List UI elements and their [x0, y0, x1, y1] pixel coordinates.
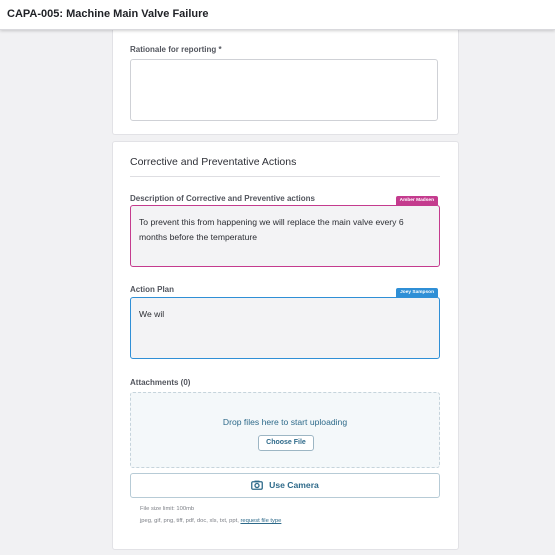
page-title: CAPA-005: Machine Main Valve Failure	[7, 8, 209, 20]
description-textarea[interactable]: To prevent this from happening we will r…	[130, 205, 440, 267]
action-plan-text: We wil	[139, 309, 165, 319]
rationale-card: Rationale for reporting *	[112, 24, 459, 135]
use-camera-button[interactable]: Use Camera	[130, 473, 440, 498]
description-text: To prevent this from happening we will r…	[139, 217, 404, 242]
attachments-label: Attachments (0)	[130, 378, 191, 387]
collaborator-tag-amber: Amber Madsen	[395, 196, 438, 205]
rationale-textarea[interactable]	[130, 59, 438, 121]
choose-file-button[interactable]: Choose File	[258, 435, 314, 451]
action-plan-label: Action Plan	[130, 285, 175, 294]
use-camera-label: Use Camera	[269, 480, 319, 490]
description-label: Description of Corrective and Preventive…	[130, 194, 315, 203]
file-types-line: jpeg, gif, png, tiff, pdf, doc, xls, txt…	[140, 518, 281, 524]
section-title: Corrective and Preventative Actions	[130, 156, 297, 168]
corrective-actions-card: Corrective and Preventative Actions Desc…	[112, 141, 459, 550]
file-dropzone[interactable]: Drop files here to start uploading Choos…	[130, 392, 440, 468]
camera-icon	[251, 480, 264, 492]
top-bar: CAPA-005: Machine Main Valve Failure	[0, 0, 555, 30]
action-plan-textarea[interactable]: We wil	[130, 297, 440, 359]
request-file-type-link[interactable]: request file type	[240, 518, 281, 524]
collaborator-tag-joey: Joey Sampson	[396, 288, 438, 297]
drop-text: Drop files here to start uploading	[222, 417, 348, 427]
section-divider	[130, 176, 440, 177]
rationale-label: Rationale for reporting *	[130, 45, 222, 54]
file-types: jpeg, gif, png, tiff, pdf, doc, xls, txt…	[140, 518, 239, 524]
file-size-limit: File size limit: 100mb	[140, 506, 195, 512]
